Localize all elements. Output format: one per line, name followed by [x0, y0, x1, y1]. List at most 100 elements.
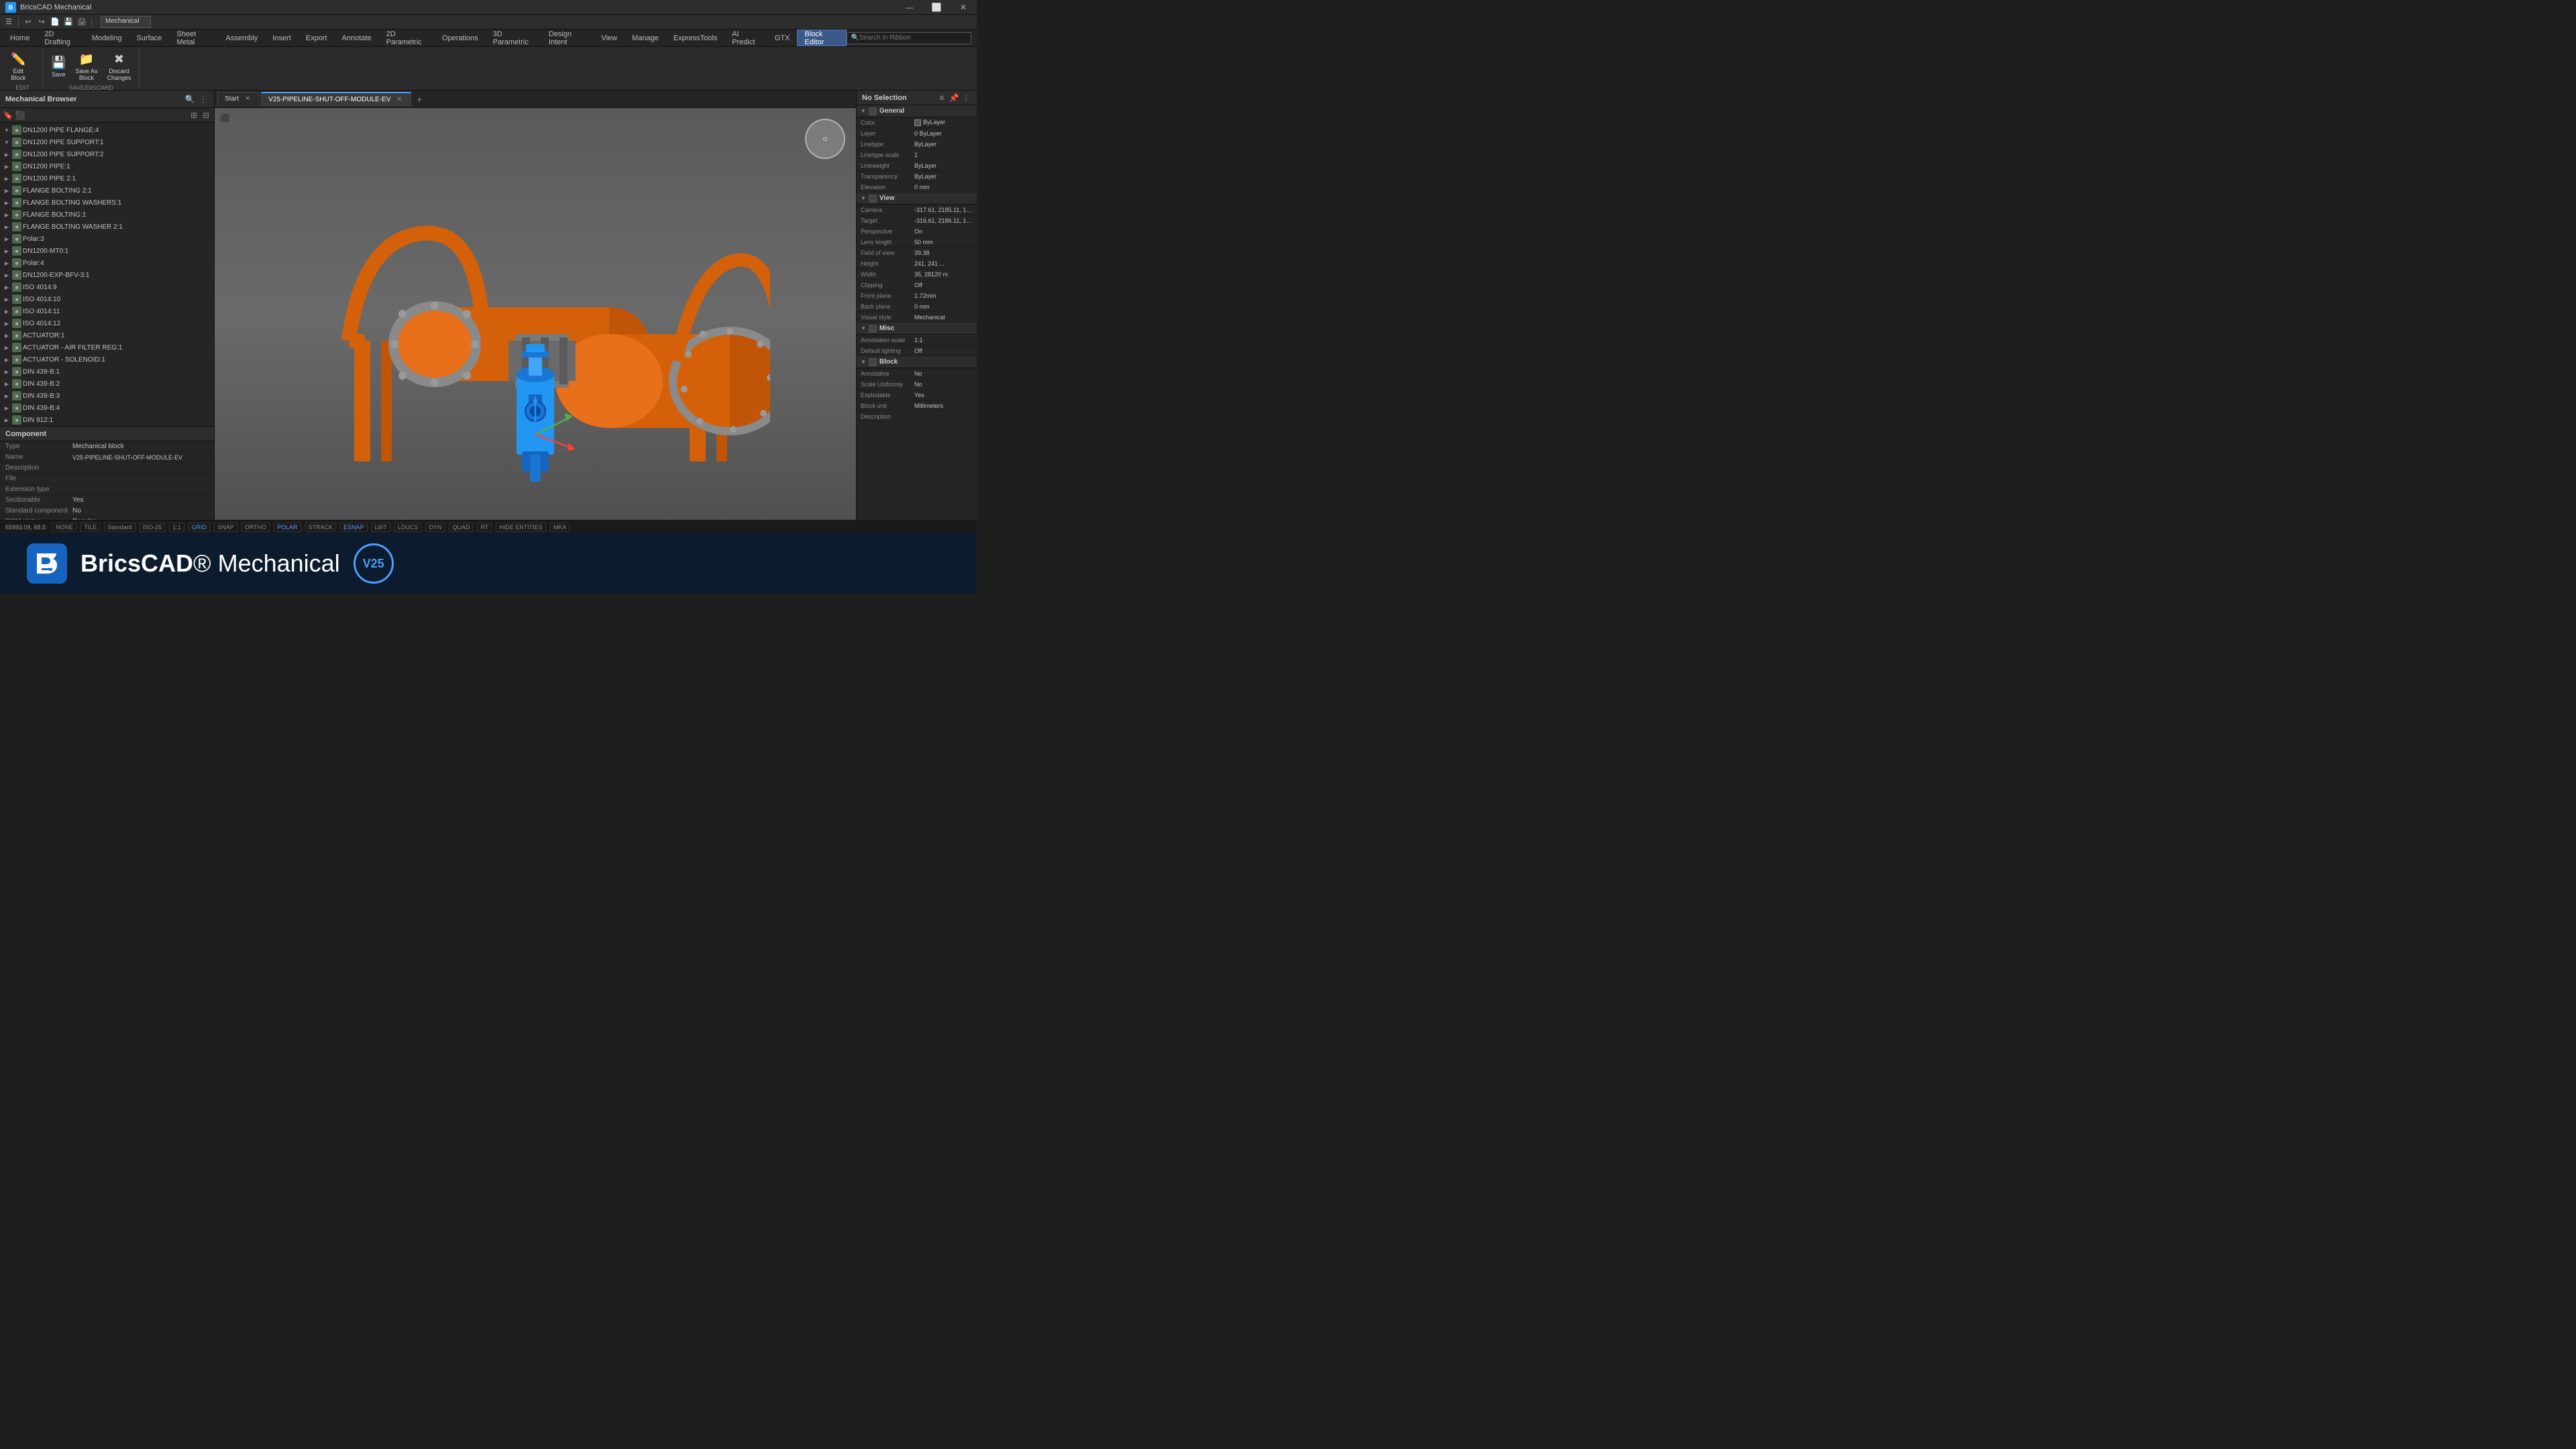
status-ortho[interactable]: ORTHO: [241, 523, 270, 532]
status-dyn[interactable]: DYN: [425, 523, 445, 532]
browser-menu-icon[interactable]: ⋮: [198, 94, 209, 105]
status-lwt[interactable]: LWT: [372, 523, 390, 532]
status-esnap[interactable]: ESNAP: [340, 523, 368, 532]
tab-annotate[interactable]: Annotate: [335, 30, 379, 46]
properties-pin-icon[interactable]: 📌: [949, 93, 959, 103]
tab-designintent[interactable]: Design Intent: [541, 30, 594, 46]
tree-item-13[interactable]: ▶■ISO 4014:9: [0, 281, 214, 293]
save-ribbon-button[interactable]: 💾 Save: [47, 50, 70, 83]
status-strack[interactable]: STRACK: [305, 523, 337, 532]
tab-blockeditor[interactable]: Block Editor: [797, 30, 846, 46]
tab-insert[interactable]: Insert: [265, 30, 299, 46]
tab-gtx[interactable]: GTX: [767, 30, 798, 46]
tab-start-close[interactable]: ✕: [243, 95, 252, 104]
prop-section-header-1[interactable]: ▼⬛View: [857, 193, 977, 205]
status-standard[interactable]: Standard: [104, 523, 136, 532]
print-button[interactable]: 🖨: [76, 16, 88, 28]
tab-export[interactable]: Export: [299, 30, 335, 46]
tab-aipredict[interactable]: AI Predict: [724, 30, 767, 46]
close-button[interactable]: ✕: [950, 0, 977, 15]
browser-settings-icon[interactable]: ⊟: [201, 110, 211, 121]
status-tile[interactable]: TILE: [80, 523, 100, 532]
status-hideentities[interactable]: HIDE ENTITIES: [496, 523, 546, 532]
new-button[interactable]: 📄: [49, 16, 61, 28]
tree-item-21[interactable]: ▶■DIN 439-B:2: [0, 378, 214, 390]
tree-item-10[interactable]: ▶■DN1200-MT0:1: [0, 245, 214, 257]
tab-expresstools[interactable]: ExpressTools: [666, 30, 724, 46]
minimize-button[interactable]: —: [896, 0, 923, 15]
browser-expand-icon[interactable]: ⬛: [15, 110, 25, 121]
tree-item-14[interactable]: ▶■ISO 4014:10: [0, 293, 214, 305]
tree-item-16[interactable]: ▶■ISO 4014:12: [0, 317, 214, 329]
tree-item-9[interactable]: ▶■Polar:3: [0, 233, 214, 245]
viewport-3d[interactable]: ⬛: [215, 108, 856, 520]
tree-item-8[interactable]: ▶■FLANGE BOLTING WASHER 2:1: [0, 221, 214, 233]
discard-button[interactable]: ✖ DiscardChanges: [103, 50, 135, 83]
tree-item-12[interactable]: ▶■DN1200-EXP-BFV-3:1: [0, 269, 214, 281]
status-lducs[interactable]: LDUCS: [394, 523, 422, 532]
tree-item-7[interactable]: ▶■FLANGE BOLTING:1: [0, 209, 214, 221]
prop-section-header-2[interactable]: ▼⬛Misc: [857, 323, 977, 335]
save-button[interactable]: 💾: [62, 16, 74, 28]
tree-item-19[interactable]: ▶■ACTUATOR - SOLENOID:1: [0, 354, 214, 366]
browser-collapse-icon[interactable]: ⊞: [189, 110, 199, 121]
tree-item-22[interactable]: ▶■DIN 439-B:3: [0, 390, 214, 402]
tree-item-20[interactable]: ▶■DIN 439-B:1: [0, 366, 214, 378]
status-quad[interactable]: QUAD: [449, 523, 473, 532]
status-snap[interactable]: SNAP: [214, 523, 237, 532]
properties-menu-icon[interactable]: ⋮: [961, 93, 971, 103]
status-rt[interactable]: RT: [477, 523, 492, 532]
tab-assembly[interactable]: Assembly: [219, 30, 266, 46]
tab-sheetmetal[interactable]: Sheet Metal: [169, 30, 218, 46]
status-grid[interactable]: GRID: [189, 523, 211, 532]
tab-surface[interactable]: Surface: [129, 30, 169, 46]
status-scale[interactable]: 1:1: [169, 523, 184, 532]
tab-modeling[interactable]: Modeling: [85, 30, 129, 46]
tab-viewport-main[interactable]: V25-PIPELINE-SHUT-OFF-MODULE-EV ✕: [261, 92, 411, 107]
tab-2dparametric[interactable]: 2D Parametric: [379, 30, 435, 46]
search-input[interactable]: [859, 34, 967, 42]
status-mka[interactable]: MKA: [550, 523, 570, 532]
tab-view[interactable]: View: [594, 30, 625, 46]
save-as-block-button[interactable]: 📁 Save AsBlock: [71, 50, 101, 83]
tab-3dparametric[interactable]: 3D Parametric: [486, 30, 541, 46]
tree-item-5[interactable]: ▶■FLANGE BOLTING 2:1: [0, 184, 214, 197]
status-polar[interactable]: POLAR: [274, 523, 301, 532]
tree-item-3[interactable]: ▶■DN1200 PIPE:1: [0, 160, 214, 172]
tree-item-6[interactable]: ▶■FLANGE BOLTING WASHERS:1: [0, 197, 214, 209]
tab-start[interactable]: Start ✕: [217, 92, 260, 107]
tab-home[interactable]: Home: [3, 30, 37, 46]
tab-manage[interactable]: Manage: [625, 30, 666, 46]
browser-filter-icon[interactable]: 🔖: [3, 110, 13, 121]
viewport-corner-icon[interactable]: ⬛: [220, 113, 230, 123]
tree-item-23[interactable]: ▶■DIN 439-B:4: [0, 402, 214, 414]
prop-section-header-3[interactable]: ▼⬛Block: [857, 356, 977, 368]
tree-item-24[interactable]: ▶■DIN 912:1: [0, 414, 214, 426]
undo-button[interactable]: ↩: [22, 16, 34, 28]
menu-button[interactable]: ☰: [3, 16, 15, 28]
tab-operations[interactable]: Operations: [435, 30, 486, 46]
workspace-dropdown[interactable]: Mechanical: [101, 16, 151, 28]
tree-item-2[interactable]: ▶■DN1200 PIPE SUPPORT:2: [0, 148, 214, 160]
properties-close-icon[interactable]: ✕: [936, 93, 947, 103]
tree-item-17[interactable]: ▶■ACTUATOR:1: [0, 329, 214, 341]
tree-item-15[interactable]: ▶■ISO 4014:11: [0, 305, 214, 317]
edit-block-button[interactable]: ✏️ EditBlock: [7, 50, 30, 83]
redo-button[interactable]: ↪: [36, 16, 48, 28]
tree-item-18[interactable]: ▶■ACTUATOR - AIR FILTER REG:1: [0, 341, 214, 354]
maximize-button[interactable]: ⬜: [923, 0, 950, 15]
ribbon-search-box[interactable]: 🔍: [847, 32, 971, 44]
status-none[interactable]: NONE: [52, 523, 76, 532]
prop-section-header-0[interactable]: ▼⬛General: [857, 105, 977, 117]
tree-item-11[interactable]: ▶■Polar:4: [0, 257, 214, 269]
new-tab-button[interactable]: +: [413, 93, 426, 106]
tab-2ddrafting[interactable]: 2D Drafting: [37, 30, 84, 46]
browser-tree[interactable]: ▼■DN1200 PIPE FLANGE:4▼■DN1200 PIPE SUPP…: [0, 123, 214, 426]
tab-main-close[interactable]: ✕: [394, 95, 404, 104]
tree-item-4[interactable]: ▶■DN1200 PIPE 2:1: [0, 172, 214, 184]
tree-item-1[interactable]: ▼■DN1200 PIPE SUPPORT:1: [0, 136, 214, 148]
status-iso25[interactable]: ISO-25: [140, 523, 166, 532]
view-cube[interactable]: ⊙: [805, 119, 845, 159]
tree-item-0[interactable]: ▼■DN1200 PIPE FLANGE:4: [0, 124, 214, 136]
browser-search-icon[interactable]: 🔍: [184, 94, 195, 105]
